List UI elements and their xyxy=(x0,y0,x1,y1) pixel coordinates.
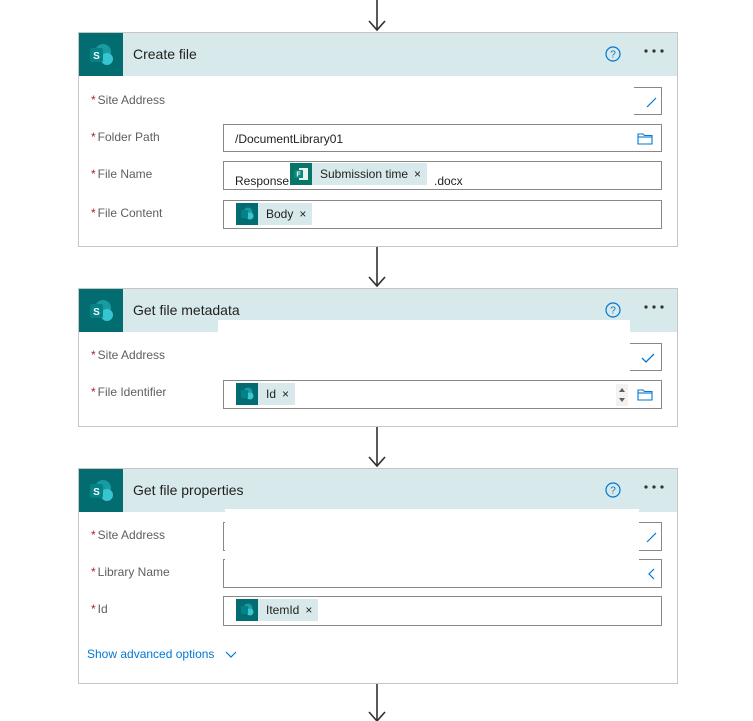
field-label: * File Name xyxy=(91,167,153,181)
help-icon[interactable]: ? xyxy=(605,46,621,62)
help-icon[interactable]: ? xyxy=(605,482,621,498)
sharepoint-icon xyxy=(236,599,258,621)
card-header[interactable]: S Create file ? xyxy=(79,33,677,76)
folder-icon[interactable] xyxy=(637,132,653,145)
dynamic-content-token[interactable]: Body × xyxy=(236,203,313,225)
edit-icon[interactable] xyxy=(645,531,657,543)
dynamic-content-token[interactable]: Id × xyxy=(236,383,296,405)
check-icon[interactable] xyxy=(641,352,655,364)
id-field[interactable]: ItemId × xyxy=(223,596,662,626)
arrow-down-icon xyxy=(368,683,386,721)
close-icon[interactable]: × xyxy=(305,603,318,617)
site-address-field[interactable] xyxy=(627,343,662,371)
help-icon[interactable]: ? xyxy=(605,302,621,318)
site-address-field[interactable] xyxy=(634,87,662,115)
field-label: * File Content xyxy=(91,206,163,220)
field-label: * Site Address xyxy=(91,93,166,107)
card-title: Create file xyxy=(133,46,197,62)
field-label: * Library Name xyxy=(91,565,170,579)
sharepoint-icon: S xyxy=(79,469,123,512)
more-options-icon[interactable] xyxy=(643,45,665,63)
svg-text:S: S xyxy=(93,51,100,62)
chevron-left-icon[interactable] xyxy=(645,568,657,580)
file-identifier-field[interactable]: Id × xyxy=(223,380,662,409)
card-header[interactable]: S Get file properties ? xyxy=(79,469,677,512)
create-file-card: S Create file ? * Site Address * Folder Pa… xyxy=(78,32,678,247)
folder-path-value: /DocumentLibrary01 xyxy=(235,132,344,146)
get-file-properties-card: S Get file properties ? * Site Address * L… xyxy=(78,468,678,684)
sharepoint-icon xyxy=(236,383,258,405)
field-label: * Site Address xyxy=(91,528,166,542)
redaction xyxy=(218,320,630,378)
file-content-field[interactable]: Body × xyxy=(223,200,662,229)
close-icon[interactable]: × xyxy=(299,207,312,221)
close-icon[interactable]: × xyxy=(414,167,427,181)
redaction xyxy=(225,509,639,586)
chevron-down-icon xyxy=(225,651,237,658)
card-title: Get file properties xyxy=(133,482,244,498)
dynamic-content-token[interactable]: F Submission time × xyxy=(290,163,428,185)
scroll-arrows[interactable] xyxy=(616,384,628,406)
card-title: Get file metadata xyxy=(133,302,240,318)
svg-text:?: ? xyxy=(610,50,616,61)
sharepoint-icon: S xyxy=(79,289,123,332)
sharepoint-icon xyxy=(236,203,258,225)
dynamic-content-token[interactable]: ItemId × xyxy=(236,599,319,621)
more-options-icon[interactable] xyxy=(643,481,665,499)
arrow-down-icon xyxy=(368,246,386,288)
svg-text:F: F xyxy=(296,172,301,179)
file-name-suffix: .docx xyxy=(434,174,463,188)
svg-text:?: ? xyxy=(610,486,616,497)
show-advanced-options-link[interactable]: Show advanced options xyxy=(87,647,238,661)
arrow-down-icon xyxy=(368,0,386,32)
field-label: * Site Address xyxy=(91,348,166,362)
folder-icon[interactable] xyxy=(637,388,653,401)
file-name-field[interactable]: Response F Submission time × .docx xyxy=(223,161,662,190)
forms-icon: F xyxy=(290,163,312,185)
svg-text:?: ? xyxy=(610,306,616,317)
arrow-down-icon xyxy=(368,426,386,468)
more-options-icon[interactable] xyxy=(643,301,665,319)
redaction xyxy=(218,84,634,113)
svg-text:S: S xyxy=(93,487,100,498)
svg-text:S: S xyxy=(93,307,100,318)
folder-path-field[interactable]: /DocumentLibrary01 xyxy=(223,124,662,152)
field-label: * File Identifier xyxy=(91,385,167,399)
sharepoint-icon: S xyxy=(79,33,123,76)
edit-icon[interactable] xyxy=(645,96,657,108)
file-name-prefix: Response xyxy=(235,174,290,188)
field-label: * Id xyxy=(91,602,108,616)
close-icon[interactable]: × xyxy=(282,387,295,401)
field-label: * Folder Path xyxy=(91,130,160,144)
